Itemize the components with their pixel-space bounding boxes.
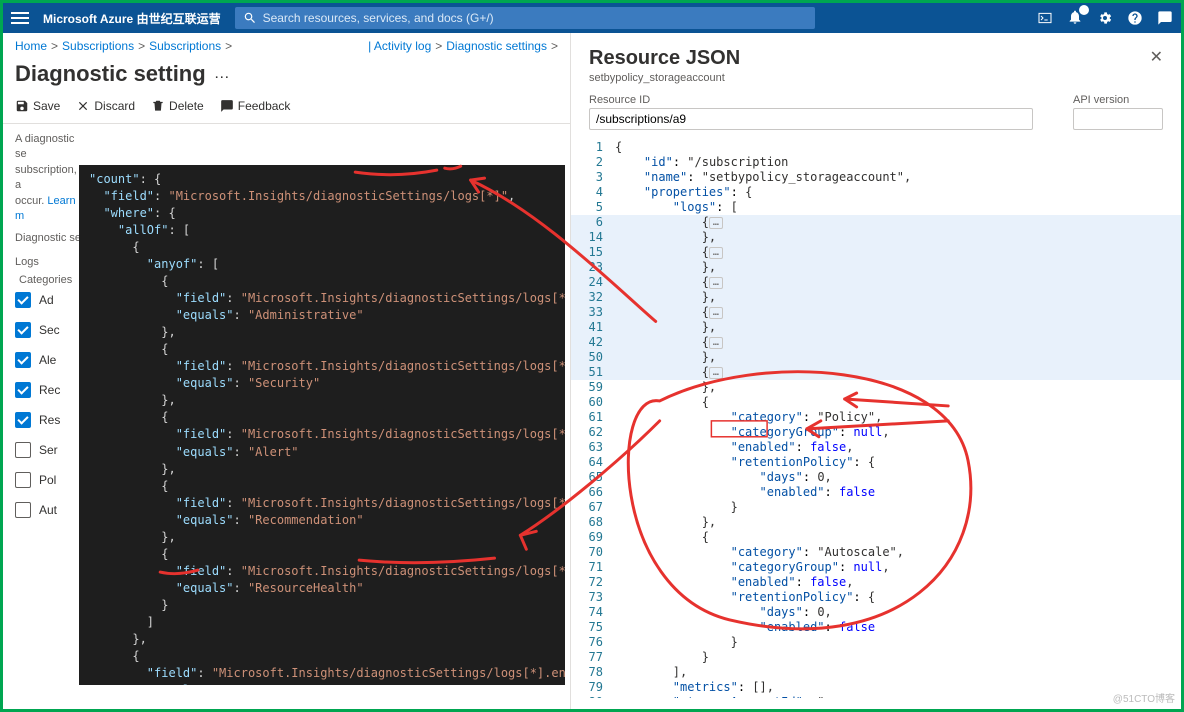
- category-label: Ser: [39, 443, 58, 457]
- delete-icon: [151, 99, 165, 113]
- json-line: 14 },: [571, 230, 1181, 245]
- json-line: 76 }: [571, 635, 1181, 650]
- delete-button[interactable]: Delete: [151, 99, 204, 113]
- policy-json-overlay: "count": { "field": "Microsoft.Insights/…: [79, 165, 565, 685]
- crumb-subscriptions2[interactable]: Subscriptions: [149, 39, 221, 53]
- discard-icon: [76, 99, 90, 113]
- json-line: 2 "id": "/subscription: [571, 155, 1181, 170]
- page-more-icon[interactable]: …: [214, 65, 230, 83]
- feedback-icon[interactable]: [1157, 10, 1173, 26]
- category-checkbox[interactable]: [15, 292, 31, 308]
- json-line: 32 },: [571, 290, 1181, 305]
- top-icons: [1037, 9, 1173, 28]
- save-button[interactable]: Save: [15, 99, 60, 113]
- category-label: Rec: [39, 383, 60, 397]
- crumb-activity[interactable]: | Activity log: [368, 39, 431, 53]
- json-line: 3 "name": "setbypolicy_storageaccount",: [571, 170, 1181, 185]
- json-line: 72 "enabled": false,: [571, 575, 1181, 590]
- category-checkbox[interactable]: [15, 352, 31, 368]
- json-line: 67 }: [571, 500, 1181, 515]
- category-label: Res: [39, 413, 60, 427]
- cloud-shell-icon[interactable]: [1037, 10, 1053, 26]
- json-line: 65 "days": 0,: [571, 470, 1181, 485]
- brand: Microsoft Azure 由世纪互联运营: [43, 10, 221, 27]
- crumb-diag[interactable]: Diagnostic settings: [446, 39, 547, 53]
- json-line: 51 {…: [571, 365, 1181, 380]
- api-version-field[interactable]: [1073, 108, 1163, 130]
- resource-id-label: Resource ID: [589, 94, 1033, 106]
- api-version-label: API version: [1073, 94, 1163, 106]
- category-label: Ad: [39, 293, 54, 307]
- discard-button[interactable]: Discard: [76, 99, 135, 113]
- category-checkbox[interactable]: [15, 412, 31, 428]
- category-checkbox[interactable]: [15, 502, 31, 518]
- json-line: 77 }: [571, 650, 1181, 665]
- category-label: Aut: [39, 503, 57, 517]
- json-line: 75 "enabled": false: [571, 620, 1181, 635]
- close-icon[interactable]: ✕: [1150, 47, 1163, 67]
- left-pane: Home> Subscriptions> Subscriptions> | Ac…: [3, 33, 571, 709]
- category-label: Sec: [39, 323, 60, 337]
- feedback-icon: [220, 99, 234, 113]
- search-input[interactable]: [263, 11, 807, 25]
- toolbar: Save Discard Delete Feedback: [3, 93, 570, 124]
- json-line: 69 {: [571, 530, 1181, 545]
- json-line: 61 "category": "Policy",: [571, 410, 1181, 425]
- category-checkbox[interactable]: [15, 442, 31, 458]
- json-line: 73 "retentionPolicy": {: [571, 590, 1181, 605]
- notification-icon-wrap[interactable]: [1067, 9, 1083, 28]
- json-line: 62 "categoryGroup": null,: [571, 425, 1181, 440]
- json-line: 24 {…: [571, 275, 1181, 290]
- json-line: 6 {…: [571, 215, 1181, 230]
- json-line: 60 {: [571, 395, 1181, 410]
- watermark: @51CTO博客: [1113, 690, 1175, 705]
- hamburger-icon[interactable]: [11, 9, 29, 27]
- json-line: 71 "categoryGroup": null,: [571, 560, 1181, 575]
- json-line: 74 "days": 0,: [571, 605, 1181, 620]
- panel-title: Resource JSON: [589, 47, 740, 70]
- search-icon: [243, 11, 257, 25]
- json-line: 70 "category": "Autoscale",: [571, 545, 1181, 560]
- top-bar: Microsoft Azure 由世纪互联运营: [3, 3, 1181, 33]
- right-pane: Resource JSON setbypolicy_storageaccount…: [571, 33, 1181, 709]
- json-line: 42 {…: [571, 335, 1181, 350]
- category-checkbox[interactable]: [15, 472, 31, 488]
- page-title: Diagnostic setting: [15, 61, 206, 87]
- json-line: 59 },: [571, 380, 1181, 395]
- search-box[interactable]: [235, 7, 815, 29]
- json-line: 41 },: [571, 320, 1181, 335]
- help-icon[interactable]: [1127, 10, 1143, 26]
- category-checkbox[interactable]: [15, 382, 31, 398]
- json-line: 64 "retentionPolicy": {: [571, 455, 1181, 470]
- gear-icon[interactable]: [1097, 10, 1113, 26]
- json-line: 63 "enabled": false,: [571, 440, 1181, 455]
- json-line: 66 "enabled": false: [571, 485, 1181, 500]
- json-line: 23 },: [571, 260, 1181, 275]
- json-line: 80 "storageAccountId": ": [571, 695, 1181, 698]
- json-line: 33 {…: [571, 305, 1181, 320]
- json-line: 4 "properties": {: [571, 185, 1181, 200]
- notification-badge: [1079, 5, 1089, 15]
- crumb-subscriptions[interactable]: Subscriptions: [62, 39, 134, 53]
- json-line: 79 "metrics": [],: [571, 680, 1181, 695]
- json-line: 5 "logs": [: [571, 200, 1181, 215]
- json-line: 50 },: [571, 350, 1181, 365]
- crumb-home[interactable]: Home: [15, 39, 47, 53]
- json-line: 68 },: [571, 515, 1181, 530]
- json-viewer[interactable]: 1{2 "id": "/subscription3 "name": "setby…: [571, 132, 1181, 698]
- json-line: 78 ],: [571, 665, 1181, 680]
- category-checkbox[interactable]: [15, 322, 31, 338]
- breadcrumb: Home> Subscriptions> Subscriptions> | Ac…: [3, 33, 570, 59]
- category-label: Pol: [39, 473, 56, 487]
- save-icon: [15, 99, 29, 113]
- resource-id-field[interactable]: [589, 108, 1033, 130]
- category-label: Ale: [39, 353, 56, 367]
- json-line: 1{: [571, 140, 1181, 155]
- panel-subtitle: setbypolicy_storageaccount: [589, 72, 740, 84]
- json-line: 15 {…: [571, 245, 1181, 260]
- feedback-button[interactable]: Feedback: [220, 99, 291, 113]
